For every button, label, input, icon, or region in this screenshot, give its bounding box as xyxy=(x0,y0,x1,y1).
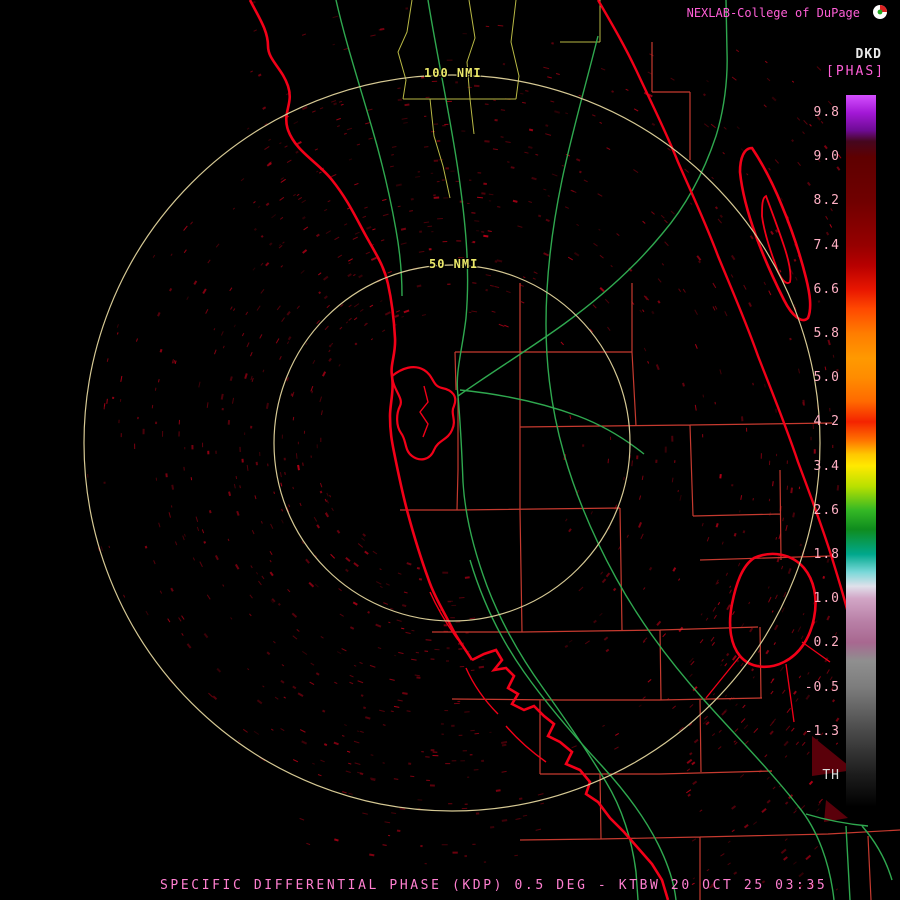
scale-label: 6.6 xyxy=(813,282,840,297)
radar-map xyxy=(0,0,900,900)
cod-logo-icon xyxy=(873,5,887,19)
range-ring-label-100nmi: 100 NMI xyxy=(424,66,482,80)
site-title: NEXLAB-College of DuPage xyxy=(686,6,860,20)
scale-label: -0.5 xyxy=(804,680,840,695)
scale-label: 7.4 xyxy=(813,238,840,253)
scale-label: -1.3 xyxy=(804,724,840,739)
product-caption: SPECIFIC DIFFERENTIAL PHASE (KDP) 0.5 DE… xyxy=(160,878,828,893)
scale-label: 9.0 xyxy=(813,149,840,164)
scale-label: 1.0 xyxy=(813,591,840,606)
scale-label: 9.8 xyxy=(813,105,840,120)
scale-label: 0.2 xyxy=(813,635,840,650)
scale-label: 2.6 xyxy=(813,503,840,518)
product-code: DKD xyxy=(855,47,882,62)
scale-label: 1.8 xyxy=(813,547,840,562)
scale-label: 5.8 xyxy=(813,326,840,341)
scale-label: 5.0 xyxy=(813,370,840,385)
scale-label: 4.2 xyxy=(813,414,840,429)
map-background xyxy=(0,0,900,900)
scale-label: 8.2 xyxy=(813,193,840,208)
colorbar xyxy=(846,95,876,807)
scale-label: 3.4 xyxy=(813,459,840,474)
radar-display: NEXLAB-College of DuPage DKD [PHAS] 9.8 … xyxy=(0,0,900,900)
range-ring-label-50nmi: 50 NMI xyxy=(429,257,479,271)
scale-label-threshold: TH xyxy=(822,768,840,783)
product-units: [PHAS] xyxy=(826,64,885,79)
